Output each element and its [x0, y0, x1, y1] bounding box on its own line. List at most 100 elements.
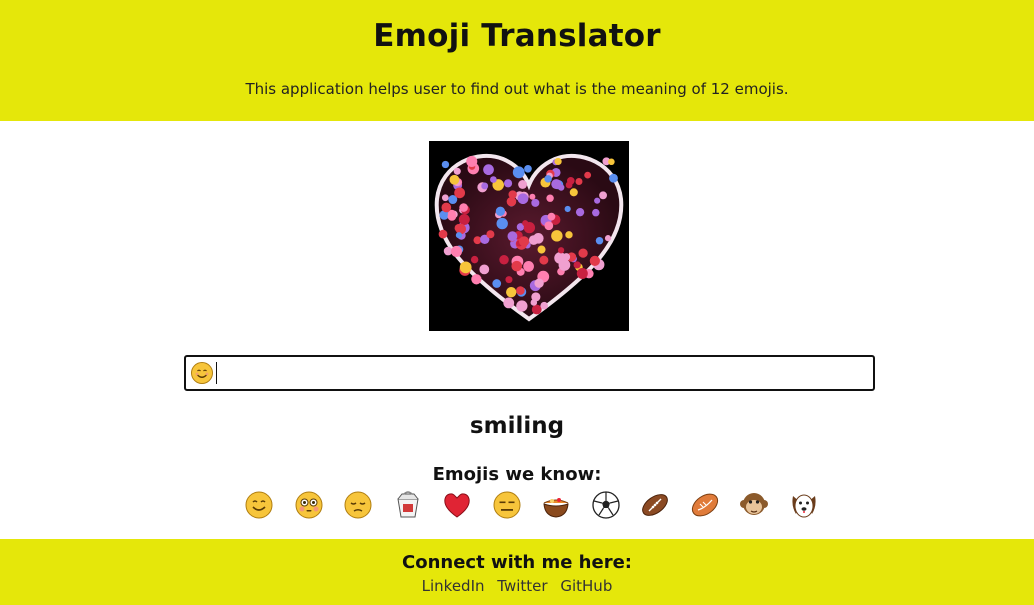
- heart-collage-dot: [470, 255, 479, 264]
- heart-collage-dot: [441, 202, 452, 213]
- page-title: Emoji Translator: [373, 18, 661, 54]
- heart-collage-dot: [609, 173, 618, 183]
- pot-of-food-emoji[interactable]: [541, 490, 571, 520]
- heart-collage-dot: [539, 255, 549, 265]
- heart-collage-dot: [517, 193, 529, 205]
- heart-collage-dot: [441, 194, 449, 202]
- heart-collage-dot: [466, 155, 478, 167]
- heart-collage-dot: [608, 158, 615, 166]
- page-subtitle: This application helps user to find out …: [245, 80, 789, 98]
- heart-collage-dot: [569, 188, 578, 197]
- heart-collage-dot: [481, 182, 489, 190]
- heart-collage-dot: [531, 198, 540, 207]
- heart-collage-dot: [479, 264, 490, 275]
- heart-collage-dot: [486, 230, 495, 239]
- expressionless-face-emoji[interactable]: [492, 490, 522, 520]
- heart-collage-image: [429, 141, 629, 331]
- footer-title: Connect with me here:: [402, 552, 632, 573]
- flushed-face-emoji[interactable]: [294, 490, 324, 520]
- heart-collage-dot: [449, 174, 460, 185]
- heart-collage-dot: [594, 197, 601, 204]
- red-heart-emoji[interactable]: [442, 490, 472, 520]
- emoji-meaning: smiling: [469, 413, 565, 439]
- heart-collage-dot: [458, 214, 470, 226]
- heart-collage-dot: [503, 179, 513, 188]
- emoji-input[interactable]: [217, 357, 873, 389]
- heart-collage-dot: [604, 235, 612, 242]
- heart-collage-dot: [531, 304, 542, 315]
- heart-collage-dot: [503, 297, 515, 309]
- monkey-face-emoji[interactable]: [739, 490, 769, 520]
- dog-face-emoji[interactable]: [789, 490, 819, 520]
- heart-collage-dot: [438, 229, 448, 239]
- heart-collage-dot: [505, 276, 513, 284]
- heart-collage-dot: [544, 175, 552, 183]
- takeout-box-emoji[interactable]: [393, 490, 423, 520]
- heart-collage-dot: [450, 245, 463, 257]
- heart-collage-dot: [599, 191, 607, 200]
- heart-collage-dot: [546, 194, 554, 202]
- heart-collage-dot: [557, 247, 565, 254]
- heart-collage-dot: [454, 187, 466, 199]
- heart-collage-dot: [533, 233, 544, 244]
- heart-collage-dot: [530, 299, 538, 306]
- heart-collage-dot: [557, 184, 565, 191]
- heart-collage-dot: [558, 259, 571, 271]
- emoji-input-field[interactable]: [184, 355, 875, 391]
- heart-collage-dot: [490, 176, 497, 183]
- smiling-face-icon: [191, 362, 213, 384]
- heart-collage-dot: [511, 260, 523, 272]
- known-emoji-list: [244, 489, 819, 521]
- heart-collage-dot: [573, 261, 581, 269]
- github-link[interactable]: GitHub: [560, 577, 612, 595]
- heart-collage-dot: [516, 286, 525, 295]
- heart-collage-dot: [547, 212, 556, 221]
- heart-collage-dot: [455, 232, 463, 239]
- heart-collage-dot: [592, 208, 600, 217]
- heart-collage-dot: [507, 231, 518, 242]
- heart-collage-dot: [537, 245, 546, 254]
- heart-collage-dot: [459, 203, 468, 212]
- heart-collage-dot: [544, 221, 554, 231]
- heart-collage-dot: [512, 166, 525, 179]
- american-football-emoji[interactable]: [640, 490, 670, 520]
- heart-collage-dot: [441, 160, 450, 169]
- heart-collage-dot: [540, 301, 549, 310]
- heart-collage-dot: [565, 231, 573, 239]
- heart-collage-dot: [523, 261, 534, 272]
- social-links: LinkedIn Twitter GitHub: [0, 577, 1034, 595]
- footer: Connect with me here: LinkedIn Twitter G…: [0, 539, 1034, 605]
- soccer-ball-emoji[interactable]: [591, 490, 621, 520]
- heart-collage-dot: [496, 217, 508, 230]
- heart-collage-dot: [453, 167, 461, 175]
- heart-collage-dot: [551, 230, 563, 242]
- twitter-link[interactable]: Twitter: [497, 577, 547, 595]
- heart-collage-dot: [506, 196, 517, 207]
- heart-collage-dot: [492, 279, 502, 288]
- known-emojis-title: Emojis we know:: [432, 464, 602, 485]
- heart-collage-dot: [554, 157, 562, 166]
- pensive-face-emoji[interactable]: [343, 490, 373, 520]
- header: Emoji Translator This application helps …: [0, 0, 1034, 121]
- heart-collage-dot: [524, 164, 532, 173]
- heart-collage-dot: [589, 255, 600, 266]
- heart-collage-dot: [529, 193, 536, 200]
- heart-collage-dot: [576, 268, 588, 280]
- linkedin-link[interactable]: LinkedIn: [422, 577, 485, 595]
- heart-collage-dot: [483, 164, 494, 176]
- heart-collage-dot: [459, 261, 472, 274]
- heart-collage-dot: [471, 274, 482, 285]
- heart-collage-dot: [495, 206, 506, 217]
- smiling-face-emoji[interactable]: [244, 490, 274, 520]
- heart-collage-dot: [575, 208, 585, 217]
- heart-collage-dot: [506, 286, 517, 298]
- rugby-football-emoji[interactable]: [690, 490, 720, 520]
- heart-collage-dot: [516, 300, 528, 312]
- heart-collage-dot: [519, 236, 530, 247]
- heart-collage-dot: [499, 254, 509, 265]
- heart-collage-dot: [534, 278, 544, 288]
- heart-collage-dot: [564, 205, 571, 213]
- heart-collage-dot: [584, 171, 592, 179]
- heart-collage-dot: [518, 180, 528, 189]
- heart-collage-dot: [454, 223, 463, 233]
